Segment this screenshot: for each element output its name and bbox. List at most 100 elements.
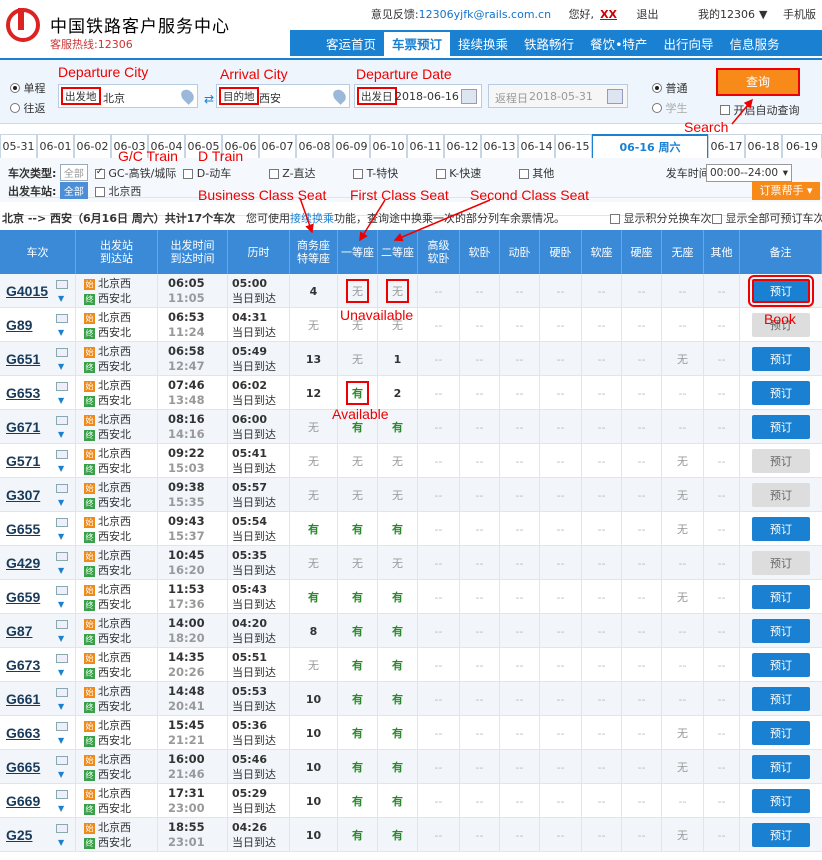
bookable-checkbox[interactable]	[712, 214, 722, 224]
search-button[interactable]: 查询	[716, 68, 800, 96]
train-info-icon[interactable]	[56, 654, 68, 663]
from-station[interactable]: 北京西	[98, 821, 131, 834]
to-station[interactable]: 西安北	[98, 564, 131, 577]
book-button[interactable]: 预订	[752, 381, 810, 405]
book-button[interactable]: 预订	[752, 449, 810, 473]
train-number[interactable]: G673	[6, 657, 40, 673]
option-points[interactable]: 显示积分兑换车次	[610, 210, 712, 226]
nav-travel-guide[interactable]: 出行向导	[655, 32, 721, 58]
first-seat-cell[interactable]: 有	[338, 818, 378, 852]
train-number-cell[interactable]: G655 ▼	[0, 512, 76, 546]
train-number-cell[interactable]: G429 ▼	[0, 546, 76, 580]
nav-catering[interactable]: 餐饮•特产	[582, 32, 655, 58]
from-station-field[interactable]: 出发地 北京	[58, 84, 198, 108]
train-number[interactable]: G653	[6, 385, 40, 401]
train-number[interactable]: G4015	[6, 283, 48, 299]
train-number-cell[interactable]: G673 ▼	[0, 648, 76, 682]
business-seat-cell[interactable]: 10	[290, 784, 338, 818]
train-number[interactable]: G571	[6, 453, 40, 469]
to-station[interactable]: 西安北	[98, 462, 131, 475]
calendar-icon[interactable]	[461, 89, 477, 104]
train-number[interactable]: G651	[6, 351, 40, 367]
auto-query[interactable]: 开启自动查询	[720, 102, 800, 118]
date-tab[interactable]: 06-12	[444, 134, 481, 158]
logout-link[interactable]: 退出	[637, 8, 659, 21]
second-seat-cell[interactable]: 无	[378, 478, 418, 512]
first-seat-cell[interactable]: 有	[338, 512, 378, 546]
train-number-cell[interactable]: G25 ▼	[0, 818, 76, 852]
first-seat-cell[interactable]: 无	[338, 274, 378, 308]
book-button[interactable]: 预订	[752, 483, 810, 507]
first-seat-cell[interactable]: 有	[338, 580, 378, 614]
from-station[interactable]: 北京西	[98, 719, 131, 732]
from-station[interactable]: 北京西	[98, 515, 131, 528]
from-station[interactable]: 北京西	[98, 685, 131, 698]
other-checkbox[interactable]	[518, 169, 529, 179]
train-number[interactable]: G307	[6, 487, 40, 503]
train-number-cell[interactable]: G669 ▼	[0, 784, 76, 818]
to-station[interactable]: 西安北	[98, 768, 131, 781]
to-station[interactable]: 西安北	[98, 666, 131, 679]
first-seat-cell[interactable]: 无	[338, 546, 378, 580]
book-button[interactable]: 预订	[752, 823, 810, 847]
to-station[interactable]: 西安北	[98, 360, 131, 373]
book-button[interactable]: 预订	[752, 619, 810, 643]
from-station[interactable]: 北京西	[98, 413, 131, 426]
to-station[interactable]: 西安北	[98, 734, 131, 747]
business-seat-cell[interactable]: 13	[290, 342, 338, 376]
train-info-icon[interactable]	[56, 790, 68, 799]
feedback-email-link[interactable]: 12306yjfk@rails.com.cn	[419, 8, 551, 21]
chevron-down-icon[interactable]: ▼	[58, 566, 64, 575]
second-seat-cell[interactable]: 无	[378, 546, 418, 580]
first-seat-cell[interactable]: 有	[338, 376, 378, 410]
from-station[interactable]: 北京西	[98, 311, 131, 324]
first-seat-cell[interactable]: 有	[338, 614, 378, 648]
book-button[interactable]: 预订	[748, 275, 814, 307]
nav-info-service[interactable]: 信息服务	[721, 32, 787, 58]
train-number[interactable]: G89	[6, 317, 32, 333]
chevron-down-icon[interactable]: ▼	[58, 430, 64, 439]
option-all-bookable[interactable]: 显示全部可预订车次	[712, 210, 822, 226]
business-seat-cell[interactable]: 无	[290, 648, 338, 682]
date-tab[interactable]: 06-08	[296, 134, 333, 158]
date-tab[interactable]: 06-09	[333, 134, 370, 158]
chevron-down-icon[interactable]: ▼	[58, 838, 64, 847]
to-station[interactable]: 西安北	[98, 496, 131, 509]
from-station[interactable]: 北京西	[98, 583, 131, 596]
first-seat-cell[interactable]: 有	[338, 716, 378, 750]
column-header[interactable]: 历时	[228, 230, 290, 274]
train-number[interactable]: G87	[6, 623, 32, 639]
business-seat-cell[interactable]: 无	[290, 308, 338, 342]
train-number-cell[interactable]: G663 ▼	[0, 716, 76, 750]
date-tab[interactable]: 06-14	[518, 134, 555, 158]
first-seat-cell[interactable]: 有	[338, 784, 378, 818]
business-seat-cell[interactable]: 无	[290, 546, 338, 580]
train-info-icon[interactable]	[56, 552, 68, 561]
first-seat-cell[interactable]: 有	[338, 750, 378, 784]
book-button[interactable]: 预订	[752, 789, 810, 813]
train-number-cell[interactable]: G659 ▼	[0, 580, 76, 614]
chevron-down-icon[interactable]: ▼	[58, 770, 64, 779]
chevron-down-icon[interactable]: ▼	[58, 804, 64, 813]
date-tab[interactable]: 06-17	[708, 134, 745, 158]
book-button[interactable]: 预订	[752, 653, 810, 677]
from-station[interactable]: 北京西	[98, 447, 131, 460]
my12306-menu[interactable]: 我的12306	[698, 8, 755, 21]
chevron-down-icon[interactable]: ▼	[58, 634, 64, 643]
business-seat-cell[interactable]: 10	[290, 750, 338, 784]
chevron-down-icon[interactable]: ▼	[58, 736, 64, 745]
date-tab[interactable]: 06-01	[37, 134, 74, 158]
business-seat-cell[interactable]: 10	[290, 716, 338, 750]
business-seat-cell[interactable]: 无	[290, 410, 338, 444]
train-number[interactable]: G665	[6, 759, 40, 775]
business-seat-cell[interactable]: 10	[290, 682, 338, 716]
from-station[interactable]: 北京西	[98, 787, 131, 800]
train-number-cell[interactable]: G89 ▼	[0, 308, 76, 342]
train-info-icon[interactable]	[56, 484, 68, 493]
chevron-down-icon[interactable]: ▼	[58, 464, 64, 473]
to-station-field[interactable]: 目的地 西安	[216, 84, 350, 108]
date-tab[interactable]: 06-19	[782, 134, 822, 158]
from-station[interactable]: 北京西	[98, 481, 131, 494]
transfer-link[interactable]: 接续换乘	[290, 212, 334, 225]
train-number[interactable]: G661	[6, 691, 40, 707]
